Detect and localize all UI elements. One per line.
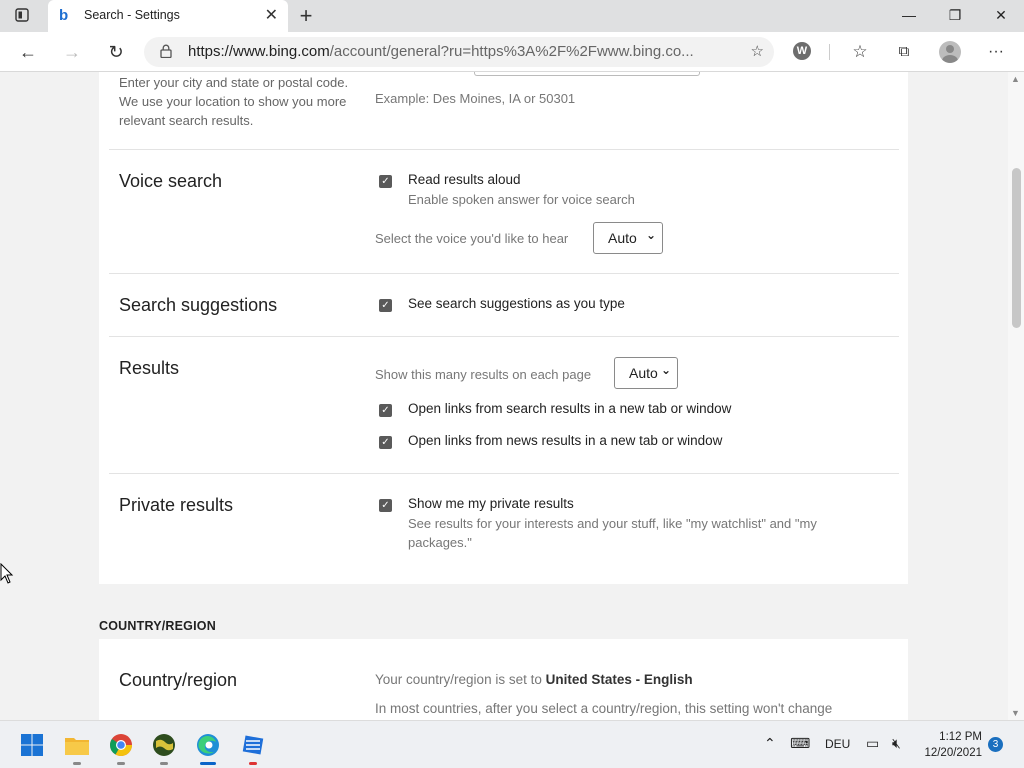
browser-tab-active[interactable]: b Search - Settings ✕ — [48, 0, 288, 32]
edge-icon[interactable] — [192, 729, 224, 765]
voice-select-label: Select the voice you'd like to hear — [375, 231, 569, 246]
search-suggestions-title: Search suggestions — [119, 295, 278, 315]
private-results-title: Private results — [119, 495, 234, 515]
back-button[interactable]: ← — [14, 38, 42, 66]
open-news-new-tab-label: Open links from news results in a new ta… — [408, 433, 723, 448]
mouse-cursor-icon — [0, 563, 14, 584]
add-favorite-icon[interactable]: ☆ — [751, 42, 764, 60]
location-input[interactable] — [474, 72, 700, 76]
private-results-checkbox[interactable]: ✓ — [379, 499, 392, 512]
globe-app-icon[interactable] — [148, 729, 180, 765]
taskbar: ⌃ ⌨ DEU ▭ 🔇︎ 1:12 PM 12/20/2021 3 — [0, 720, 1024, 768]
more-menu-icon[interactable]: ··· — [982, 38, 1010, 66]
divider — [109, 149, 899, 150]
divider — [109, 336, 899, 337]
page-scrollbar[interactable]: ▲ ▼ — [1008, 72, 1024, 720]
country-region-heading: COUNTRY/REGION — [99, 619, 216, 633]
suggestions-checkbox[interactable]: ✓ — [379, 299, 392, 312]
running-indicator — [73, 762, 81, 765]
start-icon[interactable] — [16, 729, 48, 761]
tab-title: Search - Settings — [84, 8, 180, 22]
running-indicator — [160, 762, 168, 765]
country-region-note: In most countries, after you select a co… — [375, 701, 833, 716]
divider — [109, 473, 899, 474]
forward-button[interactable]: → — [58, 38, 86, 66]
private-results-label: Show me my private results — [408, 496, 574, 511]
results-count-label: Show this many results on each page — [375, 367, 592, 382]
suggestions-label: See search suggestions as you type — [408, 296, 625, 311]
volume-mute-icon[interactable]: 🔇︎ — [892, 735, 901, 752]
profile-avatar[interactable] — [939, 41, 961, 63]
read-aloud-sub: Enable spoken answer for voice search — [408, 192, 635, 207]
settings-card: Enter your city and state or postal code… — [99, 72, 908, 584]
network-icon[interactable]: ▭ — [866, 735, 879, 752]
location-example: Example: Des Moines, IA or 50301 — [375, 91, 576, 106]
tab-actions-icon[interactable] — [14, 8, 30, 24]
favorites-icon[interactable]: ☆ — [846, 38, 874, 66]
chevron-up-icon[interactable]: ⌃ — [764, 735, 776, 752]
results-count-value: Auto — [629, 365, 658, 381]
country-value: United States - English — [545, 672, 693, 687]
read-aloud-checkbox[interactable]: ✓ — [379, 175, 392, 188]
divider — [109, 273, 899, 274]
url-text[interactable]: https://www.bing.com/account/general?ru=… — [188, 43, 733, 60]
address-toolbar: ← → ↻ https://www.bing.com/account/gener… — [0, 32, 1024, 72]
close-window-button[interactable]: ✕ — [978, 0, 1024, 32]
utility-app-icon[interactable] — [237, 729, 269, 765]
scroll-up-icon[interactable]: ▲ — [1011, 74, 1020, 84]
collections-icon[interactable]: ⧉ — [890, 38, 918, 66]
chevron-down-icon: ⌄ — [660, 363, 671, 377]
running-indicator — [117, 762, 125, 765]
url-domain: https://www.bing.com — [188, 43, 330, 60]
system-clock[interactable]: 1:12 PM 12/20/2021 — [920, 729, 982, 761]
clock-date: 12/20/2021 — [924, 747, 982, 759]
extension-w-icon[interactable]: W — [793, 42, 811, 60]
file-explorer-icon[interactable] — [61, 729, 93, 765]
open-news-new-tab-checkbox[interactable]: ✓ — [379, 436, 392, 449]
results-title: Results — [119, 358, 180, 378]
language-indicator[interactable]: DEU — [825, 737, 850, 751]
scroll-down-icon[interactable]: ▼ — [1011, 708, 1020, 718]
voice-select[interactable]: Auto ⌄ — [593, 222, 663, 254]
open-search-new-tab-checkbox[interactable]: ✓ — [379, 404, 392, 417]
toolbar-separator — [829, 44, 830, 60]
tab-close-icon[interactable]: ✕ — [265, 6, 278, 26]
read-aloud-label: Read results aloud — [408, 172, 521, 187]
clock-time: 1:12 PM — [939, 731, 982, 743]
page-content: Enter your city and state or postal code… — [0, 72, 1008, 720]
country-prefix: Your country/region is set to — [375, 672, 542, 687]
scrollbar-thumb[interactable] — [1012, 168, 1021, 328]
chrome-icon[interactable] — [105, 729, 137, 765]
open-search-new-tab-label: Open links from search results in a new … — [408, 401, 732, 416]
voice-select-value: Auto — [608, 230, 637, 246]
lock-icon[interactable] — [160, 44, 172, 61]
running-indicator — [249, 762, 257, 765]
minimize-button[interactable]: — — [886, 0, 932, 32]
address-bar[interactable]: https://www.bing.com/account/general?ru=… — [144, 37, 774, 67]
new-tab-button[interactable]: + — [294, 2, 318, 30]
location-description: Enter your city and state or postal code… — [119, 75, 349, 128]
keyboard-icon[interactable]: ⌨ — [790, 735, 810, 752]
notification-badge[interactable]: 3 — [988, 737, 1003, 752]
title-bar: b Search - Settings ✕ + — ❐ ✕ — [0, 0, 1024, 32]
active-indicator — [200, 762, 216, 765]
country-region-setting: Your country/region is set to United Sta… — [375, 670, 693, 689]
country-region-title: Country/region — [119, 670, 238, 690]
bing-favicon-icon: b — [59, 7, 69, 24]
refresh-button[interactable]: ↻ — [102, 38, 130, 66]
country-region-card: Country/region Your country/region is se… — [99, 639, 908, 720]
restore-button[interactable]: ❐ — [932, 0, 978, 32]
results-count-select[interactable]: Auto ⌄ — [614, 357, 678, 389]
private-results-sub: See results for your interests and your … — [408, 516, 817, 550]
voice-search-title: Voice search — [119, 171, 223, 191]
url-path: /account/general?ru=https%3A%2F%2Fwww.bi… — [329, 43, 694, 60]
chevron-down-icon: ⌄ — [645, 228, 656, 242]
